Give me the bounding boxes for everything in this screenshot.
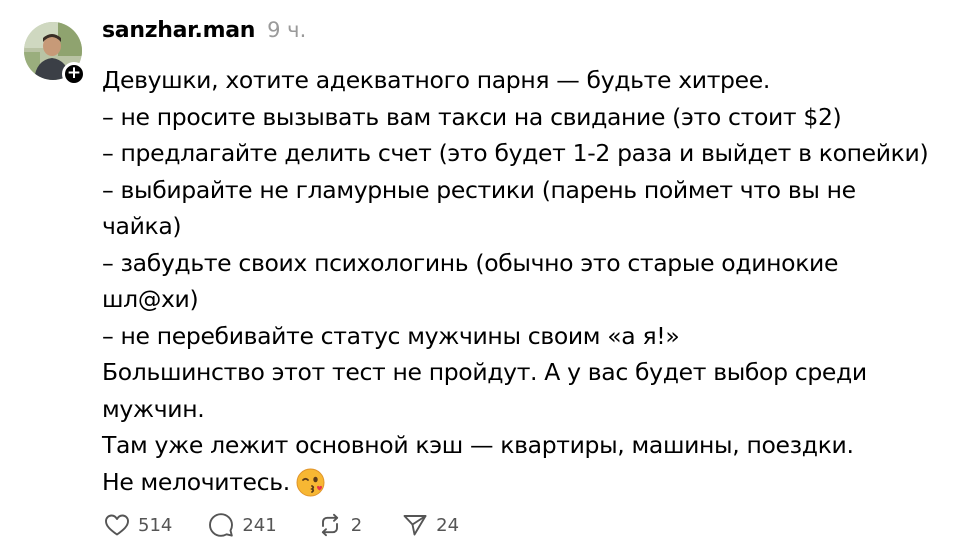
share-button[interactable]: 24 — [402, 513, 459, 537]
username[interactable]: sanzhar.man — [102, 18, 255, 43]
post-line-text: Не мелочитесь. — [102, 467, 290, 496]
share-count: 24 — [436, 514, 460, 536]
post-actions: 514 241 2 24 — [104, 510, 459, 540]
post-line: мужчин. — [102, 394, 205, 423]
post-line: – выбирайте не гламурные рестики (парень… — [102, 175, 856, 204]
repost-icon — [317, 512, 343, 538]
comment-count: 241 — [242, 514, 277, 536]
thread-post: + sanzhar.man 9 ч. Девушки, хотите адекв… — [0, 0, 960, 557]
post-line: чайка) — [102, 212, 182, 240]
send-icon — [402, 513, 428, 537]
like-button[interactable]: 514 — [104, 513, 172, 537]
post-line: Там уже лежит основной кэш — квартиры, м… — [102, 431, 854, 459]
like-count: 514 — [138, 514, 173, 536]
post-body: Девушки, хотите адекватного парня — будь… — [102, 62, 952, 500]
comment-button[interactable]: 241 — [208, 512, 277, 538]
comment-bubble-icon — [208, 512, 234, 538]
post-line: – не просите вызывать вам такси на свида… — [102, 102, 842, 131]
timestamp[interactable]: 9 ч. — [267, 18, 306, 42]
post-line-last: Не мелочитесь. — [102, 464, 952, 501]
avatar-container[interactable]: + — [24, 22, 86, 86]
post-line: Большинство этот тест не пройдут. А у ва… — [102, 358, 867, 386]
post-header: sanzhar.man 9 ч. — [102, 18, 306, 52]
post-line: – забудьте своих психологинь (обычно это… — [102, 248, 839, 277]
kissing-face-emoji-icon — [296, 468, 325, 497]
follow-plus-icon[interactable]: + — [62, 62, 86, 86]
post-line: – не перебивайте статус мужчины своим «а… — [102, 321, 680, 350]
post-line: – предлагайте делить счет (это будет 1-2… — [102, 139, 929, 167]
post-line: Девушки, хотите адекватного парня — будь… — [102, 66, 770, 94]
post-line: шл@хи) — [102, 285, 199, 313]
heart-icon — [104, 513, 130, 537]
repost-button[interactable]: 2 — [317, 512, 362, 538]
repost-count: 2 — [350, 514, 363, 536]
